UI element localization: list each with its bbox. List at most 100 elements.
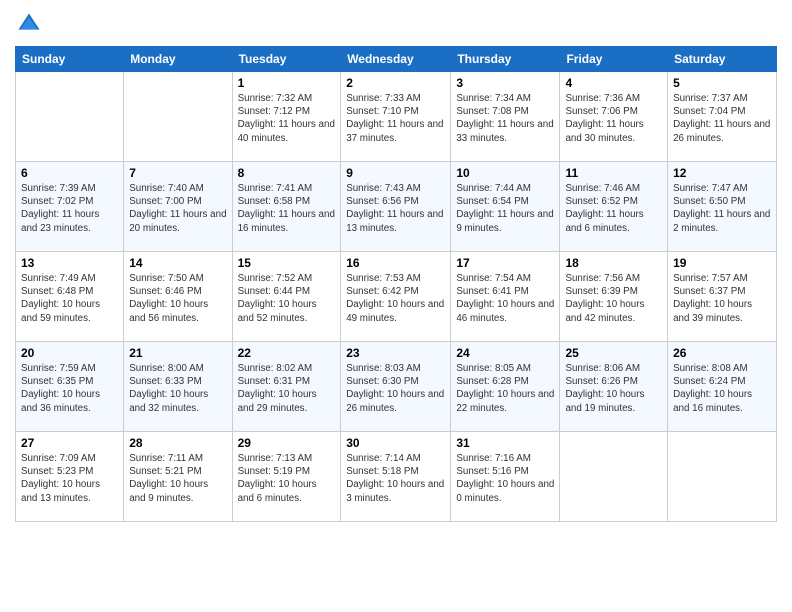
day-info: Sunrise: 7:57 AMSunset: 6:37 PMDaylight:…: [673, 272, 771, 325]
day-info: Sunrise: 7:52 AMSunset: 6:44 PMDaylight:…: [238, 272, 336, 325]
calendar-cell: 20Sunrise: 7:59 AMSunset: 6:35 PMDayligh…: [16, 342, 124, 432]
calendar-cell: 28 Sunrise: 7:11 AMSunset: 5:21 PMDayligh…: [124, 432, 232, 522]
day-number: 27: [21, 436, 118, 450]
calendar-cell: 16 Sunrise: 7:53 AMSunset: 6:42 PMDayligh…: [341, 252, 451, 342]
calendar-cell: 12 Sunrise: 7:47 AMSunset: 6:50 PMDayligh…: [668, 162, 777, 252]
day-number: 21: [129, 346, 226, 360]
day-number: 3: [456, 76, 554, 90]
day-info: Sunrise: 8:08 AMSunset: 6:24 PMDaylight:…: [673, 362, 771, 415]
col-header-thursday: Thursday: [451, 47, 560, 72]
col-header-wednesday: Wednesday: [341, 47, 451, 72]
day-info: Sunrise: 8:03 AMSunset: 6:30 PMDaylight:…: [346, 362, 445, 415]
calendar-cell: 9 Sunrise: 7:43 AMSunset: 6:56 PMDaylight…: [341, 162, 451, 252]
calendar-cell: 14 Sunrise: 7:50 AMSunset: 6:46 PMDayligh…: [124, 252, 232, 342]
day-number: 7: [129, 166, 226, 180]
calendar-cell: [124, 72, 232, 162]
day-info: Sunrise: 7:14 AMSunset: 5:18 PMDaylight:…: [346, 452, 445, 505]
calendar-cell: 24Sunrise: 8:05 AMSunset: 6:28 PMDayligh…: [451, 342, 560, 432]
day-number: 2: [346, 76, 445, 90]
day-number: 8: [238, 166, 336, 180]
day-number: 28: [129, 436, 226, 450]
day-info: Sunrise: 7:16 AMSunset: 5:16 PMDaylight:…: [456, 452, 554, 505]
day-info: Sunrise: 7:13 AMSunset: 5:19 PMDaylight:…: [238, 452, 336, 505]
day-info: Sunrise: 7:47 AMSunset: 6:50 PMDaylight:…: [673, 182, 771, 235]
day-number: 22: [238, 346, 336, 360]
calendar-cell: 25Sunrise: 8:06 AMSunset: 6:26 PMDayligh…: [560, 342, 668, 432]
day-number: 9: [346, 166, 445, 180]
calendar-cell: 3Sunrise: 7:34 AMSunset: 7:08 PMDaylight…: [451, 72, 560, 162]
logo: [15, 10, 47, 38]
day-number: 18: [565, 256, 662, 270]
day-number: 11: [565, 166, 662, 180]
col-header-friday: Friday: [560, 47, 668, 72]
calendar-cell: 15 Sunrise: 7:52 AMSunset: 6:44 PMDayligh…: [232, 252, 341, 342]
calendar-cell: 10 Sunrise: 7:44 AMSunset: 6:54 PMDayligh…: [451, 162, 560, 252]
day-number: 4: [565, 76, 662, 90]
day-info: Sunrise: 7:11 AMSunset: 5:21 PMDaylight:…: [129, 452, 226, 505]
day-info: Sunrise: 8:00 AMSunset: 6:33 PMDaylight:…: [129, 362, 226, 415]
week-row-0: 1 Sunrise: 7:32 AMSunset: 7:12 PMDaylight…: [16, 72, 777, 162]
day-number: 5: [673, 76, 771, 90]
week-row-3: 20Sunrise: 7:59 AMSunset: 6:35 PMDayligh…: [16, 342, 777, 432]
calendar-table: SundayMondayTuesdayWednesdayThursdayFrid…: [15, 46, 777, 522]
day-number: 12: [673, 166, 771, 180]
day-number: 16: [346, 256, 445, 270]
calendar-cell: 13 Sunrise: 7:49 AMSunset: 6:48 PMDayligh…: [16, 252, 124, 342]
day-number: 13: [21, 256, 118, 270]
calendar-cell: 27 Sunrise: 7:09 AMSunset: 5:23 PMDayligh…: [16, 432, 124, 522]
day-info: Sunrise: 7:46 AMSunset: 6:52 PMDaylight:…: [565, 182, 662, 235]
week-row-2: 13 Sunrise: 7:49 AMSunset: 6:48 PMDayligh…: [16, 252, 777, 342]
calendar-cell: 8 Sunrise: 7:41 AMSunset: 6:58 PMDaylight…: [232, 162, 341, 252]
calendar-cell: 2 Sunrise: 7:33 AMSunset: 7:10 PMDaylight…: [341, 72, 451, 162]
col-header-tuesday: Tuesday: [232, 47, 341, 72]
day-number: 26: [673, 346, 771, 360]
calendar-cell: 5 Sunrise: 7:37 AMSunset: 7:04 PMDaylight…: [668, 72, 777, 162]
day-info: Sunrise: 7:09 AMSunset: 5:23 PMDaylight:…: [21, 452, 118, 505]
calendar-cell: 6Sunrise: 7:39 AMSunset: 7:02 PMDaylight…: [16, 162, 124, 252]
calendar-cell: 19Sunrise: 7:57 AMSunset: 6:37 PMDayligh…: [668, 252, 777, 342]
calendar-cell: 31Sunrise: 7:16 AMSunset: 5:16 PMDayligh…: [451, 432, 560, 522]
day-number: 20: [21, 346, 118, 360]
day-info: Sunrise: 7:44 AMSunset: 6:54 PMDaylight:…: [456, 182, 554, 235]
day-info: Sunrise: 7:56 AMSunset: 6:39 PMDaylight:…: [565, 272, 662, 325]
day-number: 1: [238, 76, 336, 90]
col-header-saturday: Saturday: [668, 47, 777, 72]
calendar-cell: 7Sunrise: 7:40 AMSunset: 7:00 PMDaylight…: [124, 162, 232, 252]
logo-icon: [15, 10, 43, 38]
day-info: Sunrise: 7:43 AMSunset: 6:56 PMDaylight:…: [346, 182, 445, 235]
day-number: 14: [129, 256, 226, 270]
calendar-cell: [560, 432, 668, 522]
day-number: 10: [456, 166, 554, 180]
day-info: Sunrise: 7:54 AMSunset: 6:41 PMDaylight:…: [456, 272, 554, 325]
day-number: 23: [346, 346, 445, 360]
day-info: Sunrise: 7:37 AMSunset: 7:04 PMDaylight:…: [673, 92, 771, 145]
day-info: Sunrise: 7:39 AMSunset: 7:02 PMDaylight:…: [21, 182, 118, 235]
calendar-cell: 21 Sunrise: 8:00 AMSunset: 6:33 PMDayligh…: [124, 342, 232, 432]
day-number: 29: [238, 436, 336, 450]
header: [15, 10, 777, 38]
day-info: Sunrise: 7:53 AMSunset: 6:42 PMDaylight:…: [346, 272, 445, 325]
calendar-cell: 30 Sunrise: 7:14 AMSunset: 5:18 PMDayligh…: [341, 432, 451, 522]
calendar-cell: [668, 432, 777, 522]
calendar-header-row: SundayMondayTuesdayWednesdayThursdayFrid…: [16, 47, 777, 72]
calendar-cell: 1 Sunrise: 7:32 AMSunset: 7:12 PMDaylight…: [232, 72, 341, 162]
calendar-cell: 29 Sunrise: 7:13 AMSunset: 5:19 PMDayligh…: [232, 432, 341, 522]
day-info: Sunrise: 7:33 AMSunset: 7:10 PMDaylight:…: [346, 92, 445, 145]
day-number: 24: [456, 346, 554, 360]
day-number: 30: [346, 436, 445, 450]
day-number: 15: [238, 256, 336, 270]
week-row-4: 27 Sunrise: 7:09 AMSunset: 5:23 PMDayligh…: [16, 432, 777, 522]
day-info: Sunrise: 7:50 AMSunset: 6:46 PMDaylight:…: [129, 272, 226, 325]
col-header-monday: Monday: [124, 47, 232, 72]
page: SundayMondayTuesdayWednesdayThursdayFrid…: [0, 0, 792, 612]
calendar-cell: 22Sunrise: 8:02 AMSunset: 6:31 PMDayligh…: [232, 342, 341, 432]
calendar-cell: [16, 72, 124, 162]
day-info: Sunrise: 7:32 AMSunset: 7:12 PMDaylight:…: [238, 92, 336, 145]
day-info: Sunrise: 7:49 AMSunset: 6:48 PMDaylight:…: [21, 272, 118, 325]
calendar-cell: 4Sunrise: 7:36 AMSunset: 7:06 PMDaylight…: [560, 72, 668, 162]
day-info: Sunrise: 7:41 AMSunset: 6:58 PMDaylight:…: [238, 182, 336, 235]
week-row-1: 6Sunrise: 7:39 AMSunset: 7:02 PMDaylight…: [16, 162, 777, 252]
calendar-cell: 26 Sunrise: 8:08 AMSunset: 6:24 PMDayligh…: [668, 342, 777, 432]
day-number: 17: [456, 256, 554, 270]
col-header-sunday: Sunday: [16, 47, 124, 72]
